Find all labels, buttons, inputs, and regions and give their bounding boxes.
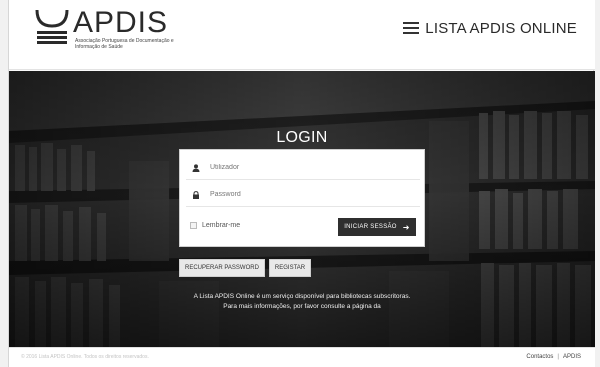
footer-link-contactos[interactable]: Contactos xyxy=(526,354,553,360)
username-field-row xyxy=(186,156,420,180)
register-button[interactable]: REGISTAR xyxy=(268,259,312,277)
copyright-text: © 2016 Lista APDIS Online. Todos os dire… xyxy=(21,354,149,360)
secondary-actions: RECUPERAR PASSWORD REGISTAR xyxy=(179,259,315,277)
menu-label: LISTA APDIS ONLINE xyxy=(425,19,577,37)
login-button[interactable]: INICIAR SESSÃO ➜ xyxy=(338,218,416,236)
service-info: A Lista APDIS Online é um serviço dispon… xyxy=(9,292,595,312)
footer-links: Contactos | APDIS xyxy=(526,354,581,360)
footer-link-apdis[interactable]: APDIS xyxy=(563,354,581,360)
service-info-line-2: Para mais informações, por favor consult… xyxy=(223,303,381,310)
apdis-logo[interactable]: APDIS Associação Portuguesa de Documenta… xyxy=(33,6,193,54)
site-footer: © 2016 Lista APDIS Online. Todos os dire… xyxy=(9,347,595,367)
recover-password-button[interactable]: RECUPERAR PASSWORD xyxy=(179,259,265,277)
password-field-row xyxy=(186,183,420,207)
login-title: LOGIN xyxy=(276,129,328,146)
apdis-logo-icon xyxy=(35,9,69,44)
remember-me-label: Lembrar-me xyxy=(202,222,241,229)
remember-me-checkbox[interactable] xyxy=(190,222,197,229)
site-header: APDIS Associação Portuguesa de Documenta… xyxy=(9,0,595,70)
logo-text: APDIS xyxy=(73,6,169,39)
login-button-label: INICIAR SESSÃO xyxy=(344,224,397,230)
menu-toggle[interactable]: LISTA APDIS ONLINE xyxy=(403,16,577,40)
login-form: Lembrar-me INICIAR SESSÃO ➜ xyxy=(179,149,425,247)
username-input[interactable] xyxy=(210,164,400,171)
remember-me[interactable]: Lembrar-me xyxy=(190,222,240,229)
service-info-line-1: A Lista APDIS Online é um serviço dispon… xyxy=(193,293,411,300)
hero-section: LOGIN Lembrar-me INICIAR SESSÃO xyxy=(9,71,595,347)
password-input[interactable] xyxy=(210,191,400,198)
footer-separator: | xyxy=(557,354,559,360)
browser-frame: APDIS Associação Portuguesa de Documenta… xyxy=(8,0,595,367)
hamburger-icon xyxy=(403,22,420,34)
logo-subtitle: Associação Portuguesa de Documentação e … xyxy=(75,38,174,50)
user-icon xyxy=(192,163,200,172)
arrow-right-icon: ➜ xyxy=(402,222,410,232)
lock-icon xyxy=(193,190,199,199)
